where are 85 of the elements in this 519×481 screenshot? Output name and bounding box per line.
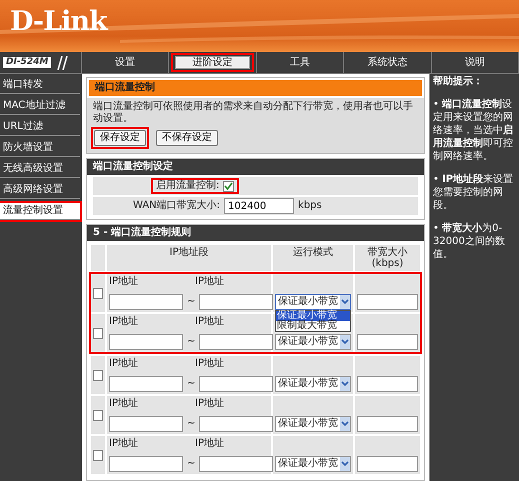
nav-tab[interactable]: 工具 (260, 55, 340, 70)
field-label: IP地址 (109, 438, 139, 450)
range-separator: ~ (187, 418, 196, 430)
table-header-background (91, 245, 105, 271)
field-label: 启用流量控制: (156, 180, 220, 192)
bandwidth-input[interactable] (357, 376, 418, 392)
enable-checkbox[interactable] (223, 180, 234, 192)
model-label: DI-524M (3, 57, 52, 68)
field-label: IP地址 (195, 398, 224, 410)
ip-input[interactable] (109, 456, 183, 472)
column-header: IP地址段 (107, 245, 271, 271)
sidebar-item[interactable]: 流量控制设置 (0, 203, 80, 220)
field-label: IP地址 (195, 276, 224, 288)
bandwidth-input[interactable] (357, 334, 418, 350)
help-text: • 端口流量控制设定用来设置您的网络速率，当选中启用流量控制即可控制网络速率。 (433, 98, 514, 163)
bandwidth-input[interactable] (357, 416, 418, 432)
ip-input[interactable] (199, 376, 274, 392)
ip-input[interactable] (199, 416, 274, 432)
ip-input[interactable] (199, 456, 274, 472)
dropdown-value: 保证最小带宽 (278, 296, 338, 308)
save-button[interactable]: 保存设定 (94, 130, 146, 146)
caret-icon (340, 335, 350, 349)
intro-text: 端口流量控制可依照使用者的需求来自动分配下行带宽，使用者也可以手动设置。 (92, 100, 414, 126)
caret-icon (340, 457, 350, 471)
dropdown-value: 保证最小带宽 (278, 418, 338, 430)
sidebar-item[interactable]: 高级网络设置 (0, 182, 80, 199)
unit-label: kbps (298, 200, 322, 212)
mode-dropdown[interactable]: 保证最小带宽 (275, 416, 351, 432)
caret-icon (340, 295, 350, 309)
field-label: IP地址 (109, 276, 139, 288)
row-checkbox[interactable] (93, 370, 103, 380)
ip-input[interactable] (109, 416, 183, 432)
caret-icon (340, 377, 350, 391)
row-checkbox[interactable] (93, 328, 103, 338)
dropdown-value: 保证最小带宽 (278, 378, 338, 390)
ip-input[interactable] (199, 334, 274, 350)
mode-dropdown[interactable]: 保证最小带宽 (275, 376, 351, 392)
ip-input[interactable] (109, 376, 183, 392)
range-separator: ~ (187, 336, 196, 348)
section-title: 端口流量控制设定 (87, 159, 424, 175)
help-text: • 带宽大小为0-32000之间的数值。 (433, 222, 506, 261)
nav-tab[interactable]: 设置 (86, 55, 164, 70)
help-text: • IP地址段来设置您需要控制的网段。 (433, 173, 514, 212)
nav-tab[interactable]: 说明 (436, 55, 514, 70)
nav-tab[interactable]: 进阶设定 (175, 56, 250, 69)
field-label: IP地址 (109, 316, 139, 328)
field-label: WAN端口带宽大小: (133, 200, 220, 212)
dropdown-value: 保证最小带宽 (278, 336, 338, 348)
field-label: IP地址 (195, 316, 224, 328)
section-title: 5 - 端口流量控制规则 (87, 225, 424, 241)
sidebar-item[interactable]: 无线高级设置 (0, 161, 80, 178)
row-checkbox[interactable] (93, 450, 103, 460)
range-separator: ~ (187, 458, 196, 470)
ip-input[interactable] (199, 294, 274, 310)
field-label: IP地址 (195, 358, 224, 370)
dropdown-option[interactable]: 保证最小带宽 (276, 311, 350, 321)
caret-icon (340, 417, 350, 431)
dropdown-option[interactable]: 限制最大带宽 (276, 321, 350, 331)
ip-input[interactable] (109, 294, 183, 310)
range-separator: ~ (187, 378, 196, 390)
row-checkbox[interactable] (93, 410, 103, 420)
sidebar-item[interactable]: MAC地址过滤 (0, 98, 80, 115)
section-title: 端口流量控制 (87, 78, 424, 98)
field-label: IP地址 (195, 438, 224, 450)
mode-dropdown[interactable]: 保证最小带宽 (275, 456, 351, 472)
brand-logo: D-Link (10, 6, 107, 38)
bandwidth-input[interactable] (357, 456, 418, 472)
field-label: IP地址 (109, 358, 139, 370)
sidebar-item[interactable]: 端口转发 (0, 77, 80, 94)
row-checkbox[interactable] (93, 288, 103, 298)
mode-dropdown[interactable]: 保证最小带宽 (275, 334, 351, 350)
column-header: 带宽大小(kbps) (355, 245, 420, 271)
dropdown-value: 保证最小带宽 (278, 458, 338, 470)
bandwidth-input[interactable] (357, 294, 418, 310)
field-label: IP地址 (109, 398, 139, 410)
range-separator: ~ (187, 296, 196, 308)
nav-tab[interactable]: 系统状态 (348, 55, 427, 70)
help-title: 帮助提示： (433, 76, 484, 88)
mode-dropdown[interactable]: 保证最小带宽 (275, 294, 351, 310)
sidebar-item[interactable]: 防火墙设置 (0, 140, 80, 157)
bandwidth-input[interactable]: 102400 (224, 198, 294, 214)
column-header: 运行模式 (273, 245, 353, 271)
ip-input[interactable] (109, 334, 183, 350)
sidebar-item[interactable]: URL过滤 (0, 119, 80, 136)
cancel-button[interactable]: 不保存设定 (156, 130, 218, 146)
